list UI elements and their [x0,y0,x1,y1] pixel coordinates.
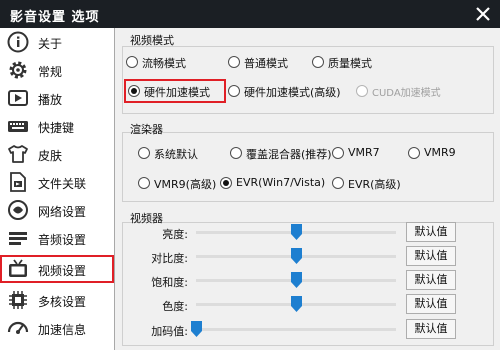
slider-row-brightness: 亮度: 默认值 [116,222,500,242]
slider-row-gamma: 加码值: 默认值 [116,319,500,339]
brightness-default-button[interactable]: 默认值 [406,222,456,242]
radio-normal-mode[interactable]: 普通模式 [228,54,318,70]
play-icon [8,90,28,106]
sidebar-item-label: 常规 [38,65,63,79]
hue-default-button[interactable]: 默认值 [406,294,456,314]
contrast-default-button[interactable]: 默认值 [406,246,456,266]
sidebar-item-acceleration-info[interactable]: 加速信息 [0,314,114,342]
radio-button[interactable] [138,147,150,159]
radio-button[interactable] [230,147,242,159]
radio-vmr7[interactable]: VMR7 [332,145,392,161]
slider-label: 亮度: [162,228,188,241]
radio-button[interactable] [332,147,344,159]
sidebar-item-label: 多核设置 [38,295,87,309]
gamma-default-button[interactable]: 默认值 [406,319,456,339]
sidebar-item-label: 播放 [38,93,63,107]
sidebar-item-video[interactable]: 视频设置 [0,255,114,283]
radio-vmr9-advanced[interactable]: VMR9(高级) [138,175,228,191]
radio-smooth-mode[interactable]: 流畅模式 [126,54,216,70]
sidebar-item-label: 视频设置 [38,264,87,278]
gamma-slider-thumb[interactable] [190,321,202,337]
file-icon [10,172,26,192]
radio-button[interactable] [228,56,240,68]
sidebar-item-audio[interactable]: 音频设置 [0,224,114,252]
slider-label: 色度: [162,300,188,313]
slider-row-hue: 色度: 默认值 [116,294,500,314]
tshirt-icon [8,145,28,163]
sidebar-item-label: 音频设置 [38,233,87,247]
sidebar-item-skin[interactable]: 皮肤 [0,140,114,168]
slider-label: 加码值: [151,325,188,338]
video-mode-title: 视频模式 [130,34,174,47]
brightness-slider-thumb[interactable] [290,224,302,240]
sidebar-item-playback[interactable]: 播放 [0,84,114,112]
sidebar-item-file-association[interactable]: 文件关联 [0,168,114,196]
sidebar: 关于 常规 播放 快捷键 皮肤 文件关联 网络设置 音频设置 视频设置 多核设置… [0,28,115,350]
sidebar-item-multicore[interactable]: 多核设置 [0,286,114,314]
saturation-slider-thumb[interactable] [290,272,302,288]
radio-button[interactable] [332,177,344,189]
slider-label: 饱和度: [151,276,188,289]
radio-button-disabled [356,85,368,97]
title-bar: 影音设置 选项 [0,0,500,28]
radio-evr[interactable]: EVR(Win7/Vista) [220,175,330,191]
cpu-icon [9,291,27,309]
video-settings-panel: 视频模式 流畅模式 普通模式 质量模式 硬件加速模式 硬件加速模式(高级) CU… [116,28,500,350]
sidebar-item-general[interactable]: 常规 [0,56,114,84]
contrast-slider-thumb[interactable] [290,248,302,264]
radio-button[interactable] [228,85,240,97]
radio-button-selected[interactable] [128,85,140,97]
gear-icon [9,61,27,79]
radio-hardware-acceleration[interactable]: 硬件加速模式 [124,79,226,103]
radio-button[interactable] [126,56,138,68]
radio-button-selected[interactable] [220,177,232,189]
slider-row-contrast: 对比度: 默认值 [116,246,500,266]
gamma-slider-track[interactable] [196,328,396,331]
radio-button[interactable] [138,177,150,189]
sidebar-item-label: 文件关联 [38,177,87,191]
tv-icon [9,259,27,277]
radio-cuda-acceleration: CUDA加速模式 [356,83,466,99]
sidebar-item-label: 皮肤 [38,149,63,163]
radio-system-default[interactable]: 系统默认 [138,145,228,161]
hue-slider-thumb[interactable] [290,296,302,312]
radio-quality-mode[interactable]: 质量模式 [312,54,402,70]
close-icon[interactable] [474,5,492,23]
audio-icon [9,232,27,245]
radio-button[interactable] [408,147,420,159]
sidebar-item-label: 快捷键 [38,121,75,135]
radio-vmr9[interactable]: VMR9 [408,145,468,161]
radio-hardware-acceleration-advanced[interactable]: 硬件加速模式(高级) [228,83,348,99]
sidebar-item-hotkeys[interactable]: 快捷键 [0,112,114,140]
network-icon [8,200,28,220]
keyboard-icon [8,121,28,132]
sidebar-item-label: 加速信息 [38,323,87,337]
radio-evr-advanced[interactable]: EVR(高级) [332,175,412,191]
slider-label: 对比度: [151,252,188,265]
radio-button[interactable] [312,56,324,68]
sidebar-item-about[interactable]: 关于 [0,28,114,56]
sidebar-item-label: 关于 [38,37,63,51]
renderer-title: 渲染器 [130,123,163,136]
saturation-default-button[interactable]: 默认值 [406,270,456,290]
speedometer-icon [7,321,29,334]
sidebar-item-label: 网络设置 [38,205,87,219]
slider-row-saturation: 饱和度: 默认值 [116,270,500,290]
sidebar-item-network[interactable]: 网络设置 [0,196,114,224]
window-title: 影音设置 选项 [10,10,100,25]
radio-overlay-mixer[interactable]: 覆盖混合器(推荐) [230,145,332,161]
info-icon [7,31,29,53]
